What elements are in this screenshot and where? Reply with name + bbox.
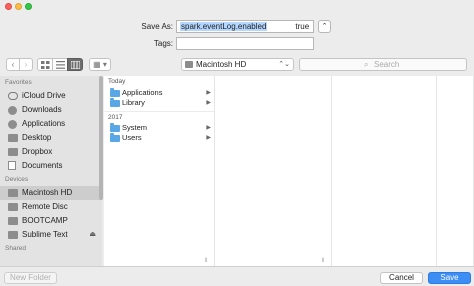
close-window-button[interactable] xyxy=(5,3,12,10)
today-header: Today xyxy=(108,78,126,85)
disk-icon xyxy=(8,189,18,197)
sidebar-item-label: Remote Disc xyxy=(22,202,68,211)
chevron-right-icon: ▶ xyxy=(206,90,211,96)
title-bar xyxy=(0,0,474,12)
save-as-input[interactable]: spark.eventLog.enabled true xyxy=(176,20,314,33)
filename-rest-text: true xyxy=(295,22,310,31)
sidebar-item-label: BOOTCAMP xyxy=(22,216,68,225)
icon-view-button[interactable] xyxy=(37,58,53,71)
favorites-header: Favorites xyxy=(5,79,32,86)
sidebar-scrollbar[interactable] xyxy=(99,76,103,200)
list-item-applications[interactable]: Applications ▶ xyxy=(104,88,214,98)
sidebar-item-label: Applications xyxy=(22,119,66,128)
disk-icon xyxy=(8,217,18,225)
browser-column-4 xyxy=(437,76,474,266)
zoom-window-button[interactable] xyxy=(25,3,32,10)
collapse-dialog-button[interactable]: ⌃ xyxy=(318,20,331,33)
icon-view-icon xyxy=(41,61,50,69)
sidebar-item-sublime-text[interactable]: Sublime Text ⏏ xyxy=(0,228,102,242)
column-resize-handle[interactable]: ‖ xyxy=(205,258,207,264)
sidebar-item-label: Sublime Text xyxy=(22,230,68,239)
shared-header: Shared xyxy=(5,245,26,252)
location-label: Macintosh HD xyxy=(196,60,247,69)
sidebar-item-label: Dropbox xyxy=(22,147,53,156)
browser-column-1: Today Applications ▶ Library ▶ 2017 System… xyxy=(104,76,215,266)
cloud-icon xyxy=(8,92,18,100)
search-icon: ⌕ xyxy=(364,60,369,69)
remote-disc-icon xyxy=(8,203,18,211)
dropbox-icon xyxy=(8,148,18,156)
list-item-users[interactable]: Users ▶ xyxy=(104,133,214,143)
list-view-button[interactable] xyxy=(52,58,68,71)
disk-icon xyxy=(185,61,193,68)
tags-input[interactable] xyxy=(176,37,314,50)
sidebar-item-bootcamp[interactable]: BOOTCAMP xyxy=(0,214,102,228)
sidebar-item-downloads[interactable]: Downloads xyxy=(0,103,102,117)
item-label: Applications xyxy=(122,88,163,97)
column-resize-handle[interactable]: ‖ xyxy=(322,258,324,264)
year-header: 2017 xyxy=(104,111,214,123)
cancel-button[interactable]: Cancel xyxy=(380,272,423,284)
save-as-label: Save As: xyxy=(141,22,173,31)
toolbar: ‹ › ▦ ▾ Macintosh HD ⌃⌄ ⌕ Search xyxy=(0,56,474,74)
item-label: Library xyxy=(122,98,145,107)
sidebar: Favorites iCloud Drive Downloads Applica… xyxy=(0,76,102,266)
applications-icon xyxy=(8,120,17,129)
chevron-right-icon: ▶ xyxy=(206,125,211,131)
back-button[interactable]: ‹ xyxy=(6,58,20,71)
forward-button[interactable]: › xyxy=(19,58,33,71)
folder-icon xyxy=(110,123,120,132)
filename-selected-text: spark.eventLog.enabled xyxy=(180,22,268,31)
location-popup[interactable]: Macintosh HD ⌃⌄ xyxy=(181,58,294,71)
sidebar-item-label: Downloads xyxy=(22,105,62,114)
save-button[interactable]: Save xyxy=(428,272,471,284)
column-view-icon xyxy=(71,61,80,69)
sidebar-item-macintosh-hd[interactable]: Macintosh HD xyxy=(0,186,102,200)
sidebar-item-documents[interactable]: Documents xyxy=(0,159,102,173)
sidebar-item-label: iCloud Drive xyxy=(22,91,66,100)
item-label: System xyxy=(122,123,148,132)
item-label: Users xyxy=(122,133,142,142)
sidebar-item-desktop[interactable]: Desktop xyxy=(0,131,102,145)
bottom-bar: New Folder Cancel Save xyxy=(0,266,474,286)
popup-arrows-icon: ⌃⌄ xyxy=(278,61,290,68)
search-field[interactable]: ⌕ Search xyxy=(299,58,467,71)
disk-icon xyxy=(8,231,18,239)
eject-icon[interactable]: ⏏ xyxy=(89,228,96,242)
list-item-library[interactable]: Library ▶ xyxy=(104,98,214,108)
column-browser: Today Applications ▶ Library ▶ 2017 System… xyxy=(104,76,474,266)
downloads-icon xyxy=(8,106,17,115)
browser-column-3 xyxy=(332,76,437,266)
sidebar-item-label: Documents xyxy=(22,161,63,170)
list-item-system[interactable]: System ▶ xyxy=(104,123,214,133)
sidebar-item-icloud-drive[interactable]: iCloud Drive xyxy=(0,89,102,103)
new-folder-button[interactable]: New Folder xyxy=(4,272,57,284)
desktop-icon xyxy=(8,134,18,142)
sidebar-item-label: Desktop xyxy=(22,133,52,142)
devices-header: Devices xyxy=(5,176,29,183)
sidebar-item-label: Macintosh HD xyxy=(22,188,73,197)
list-view-icon xyxy=(56,61,65,69)
browser-column-2: ‖ xyxy=(215,76,332,266)
folder-icon xyxy=(110,88,120,97)
chevron-right-icon: ▶ xyxy=(206,100,211,106)
documents-icon xyxy=(8,161,16,170)
sidebar-item-applications[interactable]: Applications xyxy=(0,117,102,131)
chevron-right-icon: ▶ xyxy=(206,135,211,141)
search-placeholder: Search xyxy=(374,60,400,69)
folder-icon xyxy=(110,133,120,142)
tags-label: Tags: xyxy=(153,39,173,48)
arrange-menu-button[interactable]: ▦ ▾ xyxy=(89,58,111,71)
sidebar-item-dropbox[interactable]: Dropbox xyxy=(0,145,102,159)
minimize-window-button[interactable] xyxy=(15,3,22,10)
sidebar-item-remote-disc[interactable]: Remote Disc xyxy=(0,200,102,214)
folder-icon xyxy=(110,98,120,107)
column-view-button[interactable] xyxy=(67,58,83,71)
